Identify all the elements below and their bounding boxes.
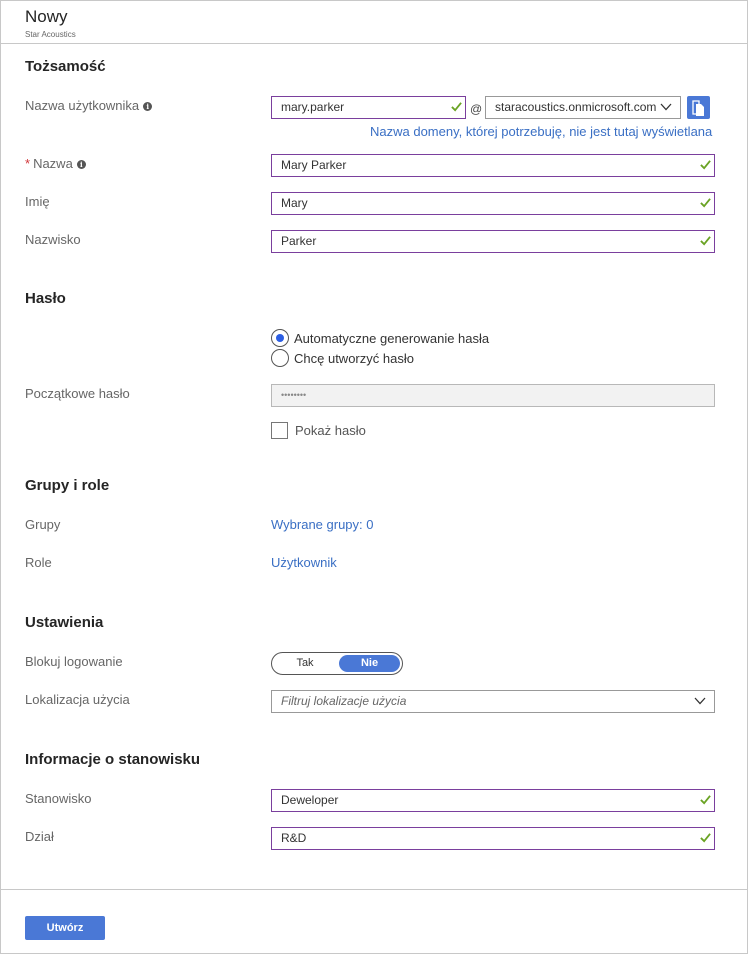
show-password-checkbox-row[interactable]: Pokaż hasło [271, 422, 366, 439]
roles-label: Role [25, 555, 52, 570]
domain-not-listed-link[interactable]: Nazwa domeny, której potrzebuję, nie jes… [370, 124, 712, 139]
initial-password-input: •••••••• [271, 384, 715, 407]
check-icon [700, 160, 711, 170]
check-icon [451, 102, 462, 112]
job-title-label: Stanowisko [25, 791, 92, 806]
radio-auto-generate-label: Automatyczne generowanie hasła [294, 330, 490, 346]
block-signin-label: Blokuj logowanie [25, 654, 123, 669]
show-password-label: Pokaż hasło [295, 423, 366, 438]
block-signin-toggle[interactable]: Tak Nie [271, 652, 403, 675]
section-password-title: Hasło [25, 290, 66, 307]
blade-header: Nowy Star Acoustics [0, 0, 748, 44]
first-name-label: Imię [25, 194, 50, 209]
copy-icon [692, 100, 704, 116]
radio-button[interactable] [271, 349, 289, 367]
page-title: Nowy [25, 7, 68, 26]
chevron-down-icon [660, 103, 672, 111]
show-password-checkbox[interactable] [271, 422, 288, 439]
roles-link[interactable]: Użytkownik [271, 555, 337, 570]
first-name-input[interactable]: Mary [271, 192, 715, 215]
department-input[interactable]: R&D [271, 827, 715, 850]
usage-location-placeholder: Filtruj lokalizacje użycia [281, 694, 407, 708]
radio-auto-generate[interactable]: Automatyczne generowanie hasła [271, 329, 489, 347]
check-icon [700, 795, 711, 805]
usage-location-label: Lokalizacja użycia [25, 692, 130, 707]
domain-select[interactable]: staracoustics.onmicrosoft.com [485, 96, 681, 119]
username-label-text: Nazwa użytkownika [25, 98, 140, 113]
at-sign: @ [470, 102, 483, 116]
create-button[interactable]: Utwórz [25, 916, 105, 940]
name-value: Mary Parker [281, 158, 347, 172]
initial-password-label: Początkowe hasło [25, 386, 130, 401]
copy-button[interactable] [687, 96, 710, 119]
groups-link[interactable]: Wybrane grupy: 0 [271, 517, 374, 532]
usage-location-dropdown[interactable]: Filtruj lokalizacje użycia [271, 690, 715, 713]
groups-label: Grupy [25, 517, 61, 532]
check-icon [700, 833, 711, 843]
first-name-value: Mary [281, 196, 308, 210]
info-icon[interactable]: i [143, 102, 153, 111]
department-label: Dział [25, 829, 54, 844]
toggle-option-no[interactable]: Nie [339, 655, 400, 672]
department-value: R&D [281, 831, 307, 845]
last-name-input[interactable]: Parker [271, 230, 715, 253]
page-subtitle: Star Acoustics [25, 30, 76, 39]
username-input[interactable]: mary.parker [271, 96, 466, 119]
section-identity-title: Tożsamość [25, 58, 106, 75]
username-value: mary.parker [281, 100, 345, 114]
chevron-down-icon [694, 697, 706, 705]
name-label: * Nazwa i [25, 156, 86, 171]
required-mark: * [25, 156, 31, 171]
domain-value: staracoustics.onmicrosoft.com [495, 100, 657, 114]
radio-create-password-label: Chcę utworzyć hasło [294, 350, 414, 366]
last-name-label: Nazwisko [25, 232, 81, 247]
radio-create-password[interactable]: Chcę utworzyć hasło [271, 349, 414, 367]
radio-button-selected[interactable] [271, 329, 289, 347]
section-groups-roles-title: Grupy i role [25, 477, 110, 494]
job-title-value: Deweloper [281, 793, 339, 807]
check-icon [700, 198, 711, 208]
toggle-option-yes[interactable]: Tak [272, 653, 338, 674]
check-icon [700, 236, 711, 246]
footer-divider [0, 889, 748, 890]
info-icon[interactable]: i [76, 160, 86, 169]
username-label: Nazwa użytkownika i [25, 98, 153, 113]
name-input[interactable]: Mary Parker [271, 154, 715, 177]
last-name-value: Parker [281, 234, 317, 248]
section-job-info-title: Informacje o stanowisku [25, 751, 201, 768]
section-settings-title: Ustawienia [25, 614, 104, 631]
job-title-input[interactable]: Deweloper [271, 789, 715, 812]
name-label-text: Nazwa [33, 156, 73, 171]
